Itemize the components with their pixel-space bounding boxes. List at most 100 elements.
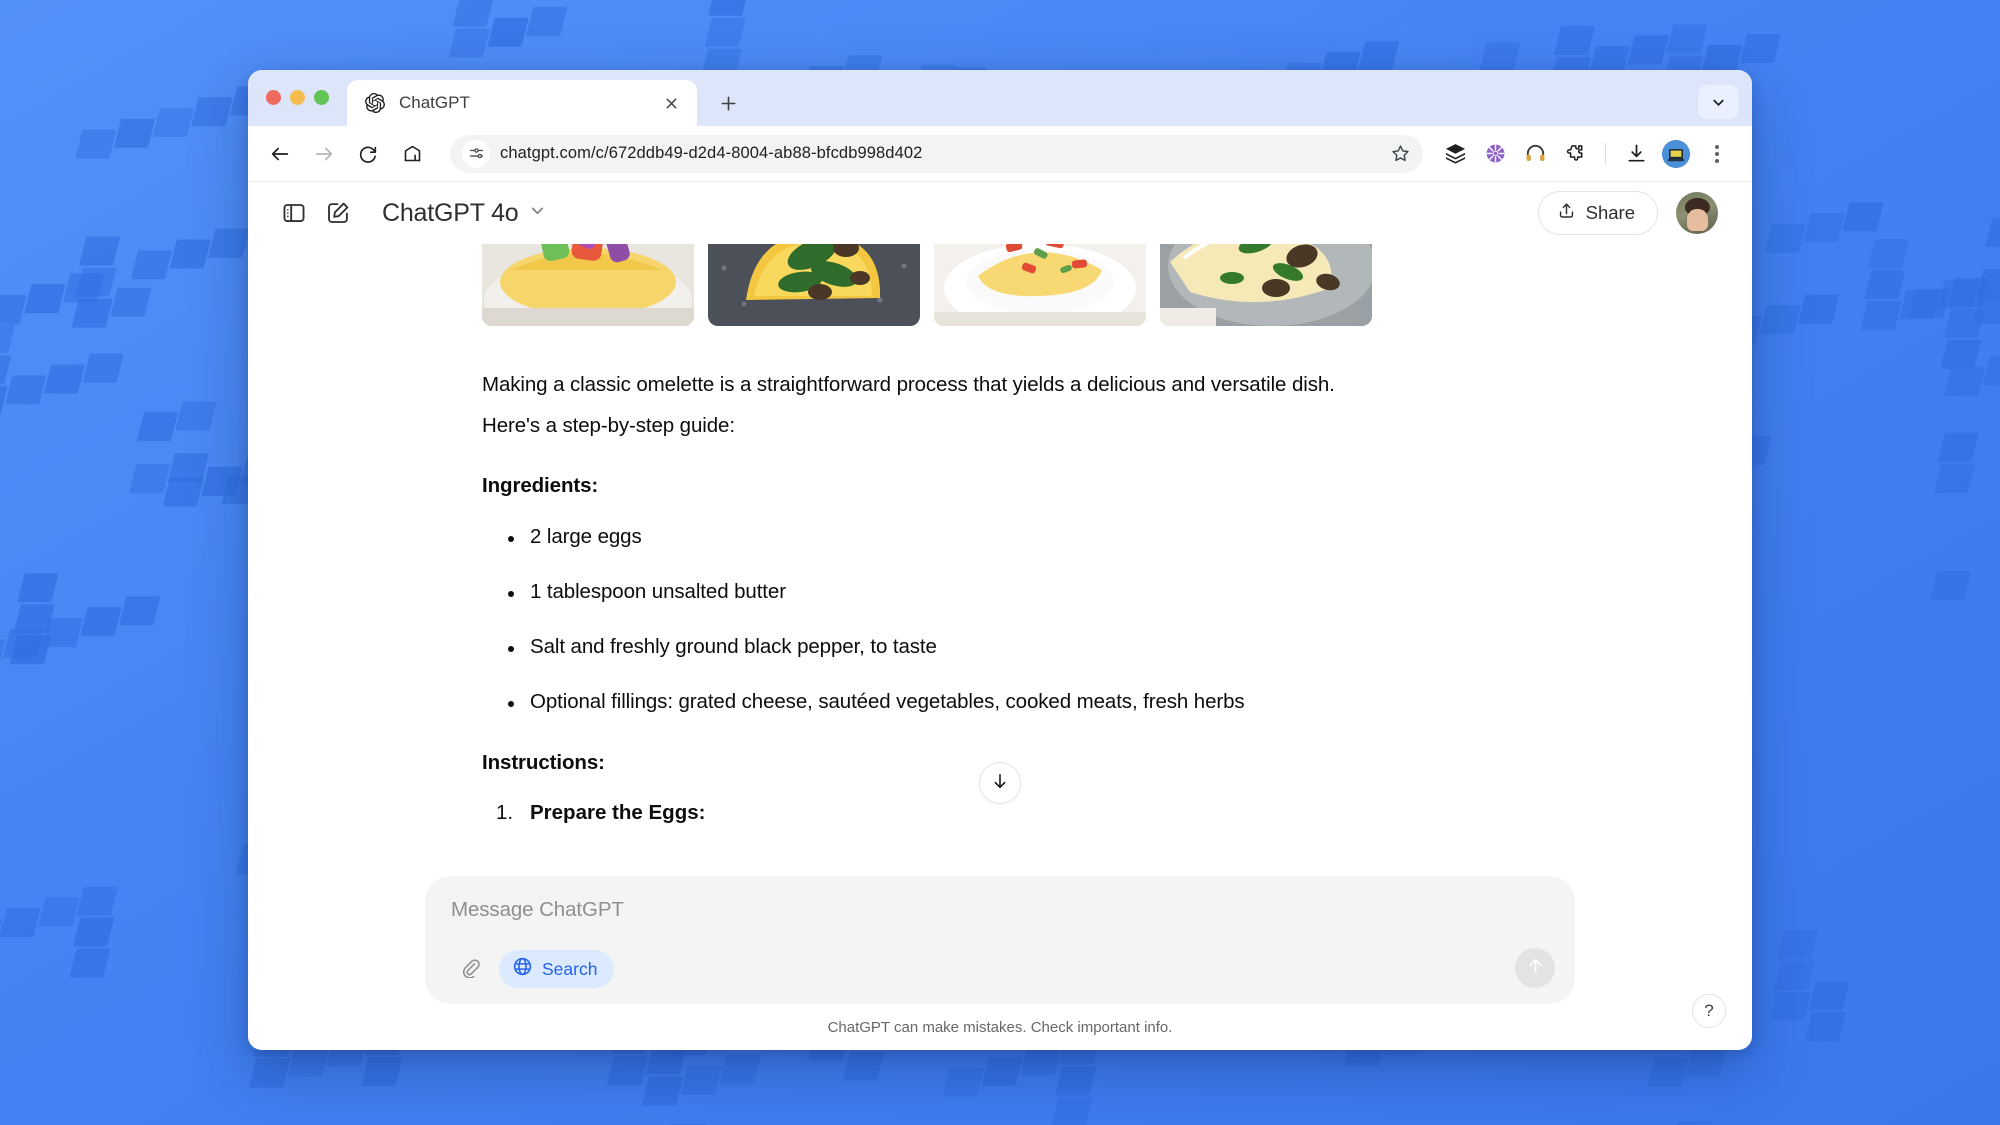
toolbar-divider (1605, 143, 1606, 165)
wallpaper-tile (843, 1052, 884, 1081)
gallery-image-3[interactable] (934, 244, 1146, 326)
wallpaper-tile (69, 949, 110, 978)
wallpaper-tile (137, 412, 178, 441)
search-label: Search (542, 959, 597, 980)
tab-title: ChatGPT (399, 93, 645, 113)
wallpaper-tile (1480, 42, 1521, 71)
forward-button[interactable] (304, 134, 344, 174)
wallpaper-tile (943, 1068, 984, 1097)
wallpaper-tile (1899, 290, 1940, 319)
home-button[interactable] (392, 134, 432, 174)
star-icon[interactable] (1383, 137, 1417, 171)
maximize-window-button[interactable] (314, 90, 329, 105)
close-window-button[interactable] (266, 90, 281, 105)
window-traffic-lights (266, 70, 329, 126)
layers-icon[interactable] (1437, 136, 1473, 172)
user-avatar[interactable] (1676, 192, 1718, 234)
assistant-intro-line-2: Here's a step-by-step guide: (482, 409, 1520, 442)
gallery-image-4[interactable] (1160, 244, 1372, 326)
wallpaper-tile (42, 618, 83, 647)
message-composer[interactable]: Message ChatGPT (425, 876, 1575, 1004)
list-item: Salt and freshly ground black pepper, to… (482, 632, 1520, 663)
wallpaper-tile (288, 1048, 329, 1077)
wallpaper-tile (208, 229, 249, 258)
wallpaper-tile (642, 1077, 683, 1106)
sidebar-panel-icon[interactable] (272, 191, 316, 235)
wallpaper-tile (361, 1057, 402, 1086)
address-bar[interactable]: chatgpt.com/c/672ddb49-d2d4-8004-ab88-bf… (450, 135, 1423, 173)
browser-toolbar: chatgpt.com/c/672ddb49-d2d4-8004-ab88-bf… (248, 126, 1752, 182)
gallery-image-2[interactable] (708, 244, 920, 326)
download-icon[interactable] (1618, 136, 1654, 172)
wallpaper-tile (982, 1057, 1023, 1086)
instruction-number: 1. (496, 801, 513, 825)
wallpaper-tile (175, 402, 216, 431)
ingredients-list: 2 large eggs 1 tablespoon unsalted butte… (482, 522, 1520, 717)
browser-tab-chatgpt[interactable]: ChatGPT (347, 80, 697, 126)
share-button[interactable]: Share (1538, 191, 1658, 235)
wallpaper-tile (72, 299, 113, 328)
wallpaper-tile (1765, 224, 1806, 253)
wallpaper-tile (114, 119, 155, 148)
url-text: chatgpt.com/c/672ddb49-d2d4-8004-ab88-bf… (500, 144, 1373, 163)
wallpaper-tile (1554, 26, 1595, 55)
wallpaper-tile (1666, 25, 1707, 54)
new-tab-button[interactable] (711, 86, 745, 120)
gallery-image-1[interactable] (482, 244, 694, 326)
wallpaper-tile (1055, 1066, 1096, 1095)
wallpaper-tile (1930, 571, 1971, 600)
composer-toolbar: Search (451, 950, 1553, 988)
arrow-down-icon (990, 771, 1010, 796)
flower-icon[interactable] (1477, 136, 1513, 172)
wallpaper-tile (63, 273, 104, 302)
wallpaper-tile (249, 1059, 290, 1088)
wallpaper-tile (1798, 295, 1839, 324)
profile-avatar-icon[interactable] (1662, 140, 1690, 168)
wallpaper-tile (5, 375, 46, 404)
wallpaper-tile (1760, 305, 1801, 334)
headphones-icon[interactable] (1517, 136, 1553, 172)
reload-button[interactable] (348, 134, 388, 174)
wallpaper-tile (1770, 992, 1811, 1021)
wallpaper-tile (1944, 367, 1985, 396)
wallpaper-tile (79, 237, 120, 266)
tab-list-button[interactable] (1698, 85, 1738, 119)
model-selector-button[interactable]: ChatGPT 4o (370, 193, 558, 234)
three-dots-menu-icon[interactable] (1700, 136, 1734, 172)
globe-icon (512, 956, 533, 982)
wallpaper-tile (1934, 464, 1975, 493)
ingredients-heading: Ingredients: (482, 474, 1520, 498)
wallpaper-tile (719, 1055, 760, 1084)
wallpaper-tile (153, 108, 194, 137)
share-label: Share (1586, 202, 1635, 224)
scroll-to-bottom-button[interactable] (979, 762, 1021, 804)
arrow-up-icon (1525, 955, 1546, 981)
tune-icon[interactable] (462, 140, 490, 168)
image-gallery (482, 244, 1520, 326)
openai-logo-icon (365, 93, 385, 113)
wallpaper-tile (1938, 433, 1979, 462)
wallpaper-tile (1804, 213, 1845, 242)
share-upload-icon (1557, 201, 1576, 225)
wallpaper-tile (73, 918, 114, 947)
paperclip-icon (459, 956, 481, 983)
attach-file-button[interactable] (451, 950, 489, 988)
wallpaper-tile (1938, 280, 1979, 309)
assistant-intro-line-1: Making a classic omelette is a straightf… (482, 368, 1520, 401)
wallpaper-tile (1842, 202, 1883, 231)
puzzle-piece-icon[interactable] (1557, 136, 1593, 172)
wallpaper-tile (1647, 1057, 1688, 1086)
message-input[interactable]: Message ChatGPT (451, 898, 1553, 922)
search-toggle-button[interactable]: Search (499, 950, 614, 988)
back-button[interactable] (260, 134, 300, 174)
wallpaper-tile (1868, 239, 1909, 268)
wallpaper-tile (681, 1066, 722, 1095)
send-message-button[interactable] (1515, 948, 1555, 988)
minimize-window-button[interactable] (290, 90, 305, 105)
list-item: Optional fillings: grated cheese, sautée… (482, 687, 1520, 718)
wallpaper-tile (44, 365, 85, 394)
wallpaper-tile (168, 453, 209, 482)
wallpaper-tile (449, 29, 490, 58)
compose-pencil-icon[interactable] (316, 191, 360, 235)
close-icon[interactable] (659, 91, 683, 115)
